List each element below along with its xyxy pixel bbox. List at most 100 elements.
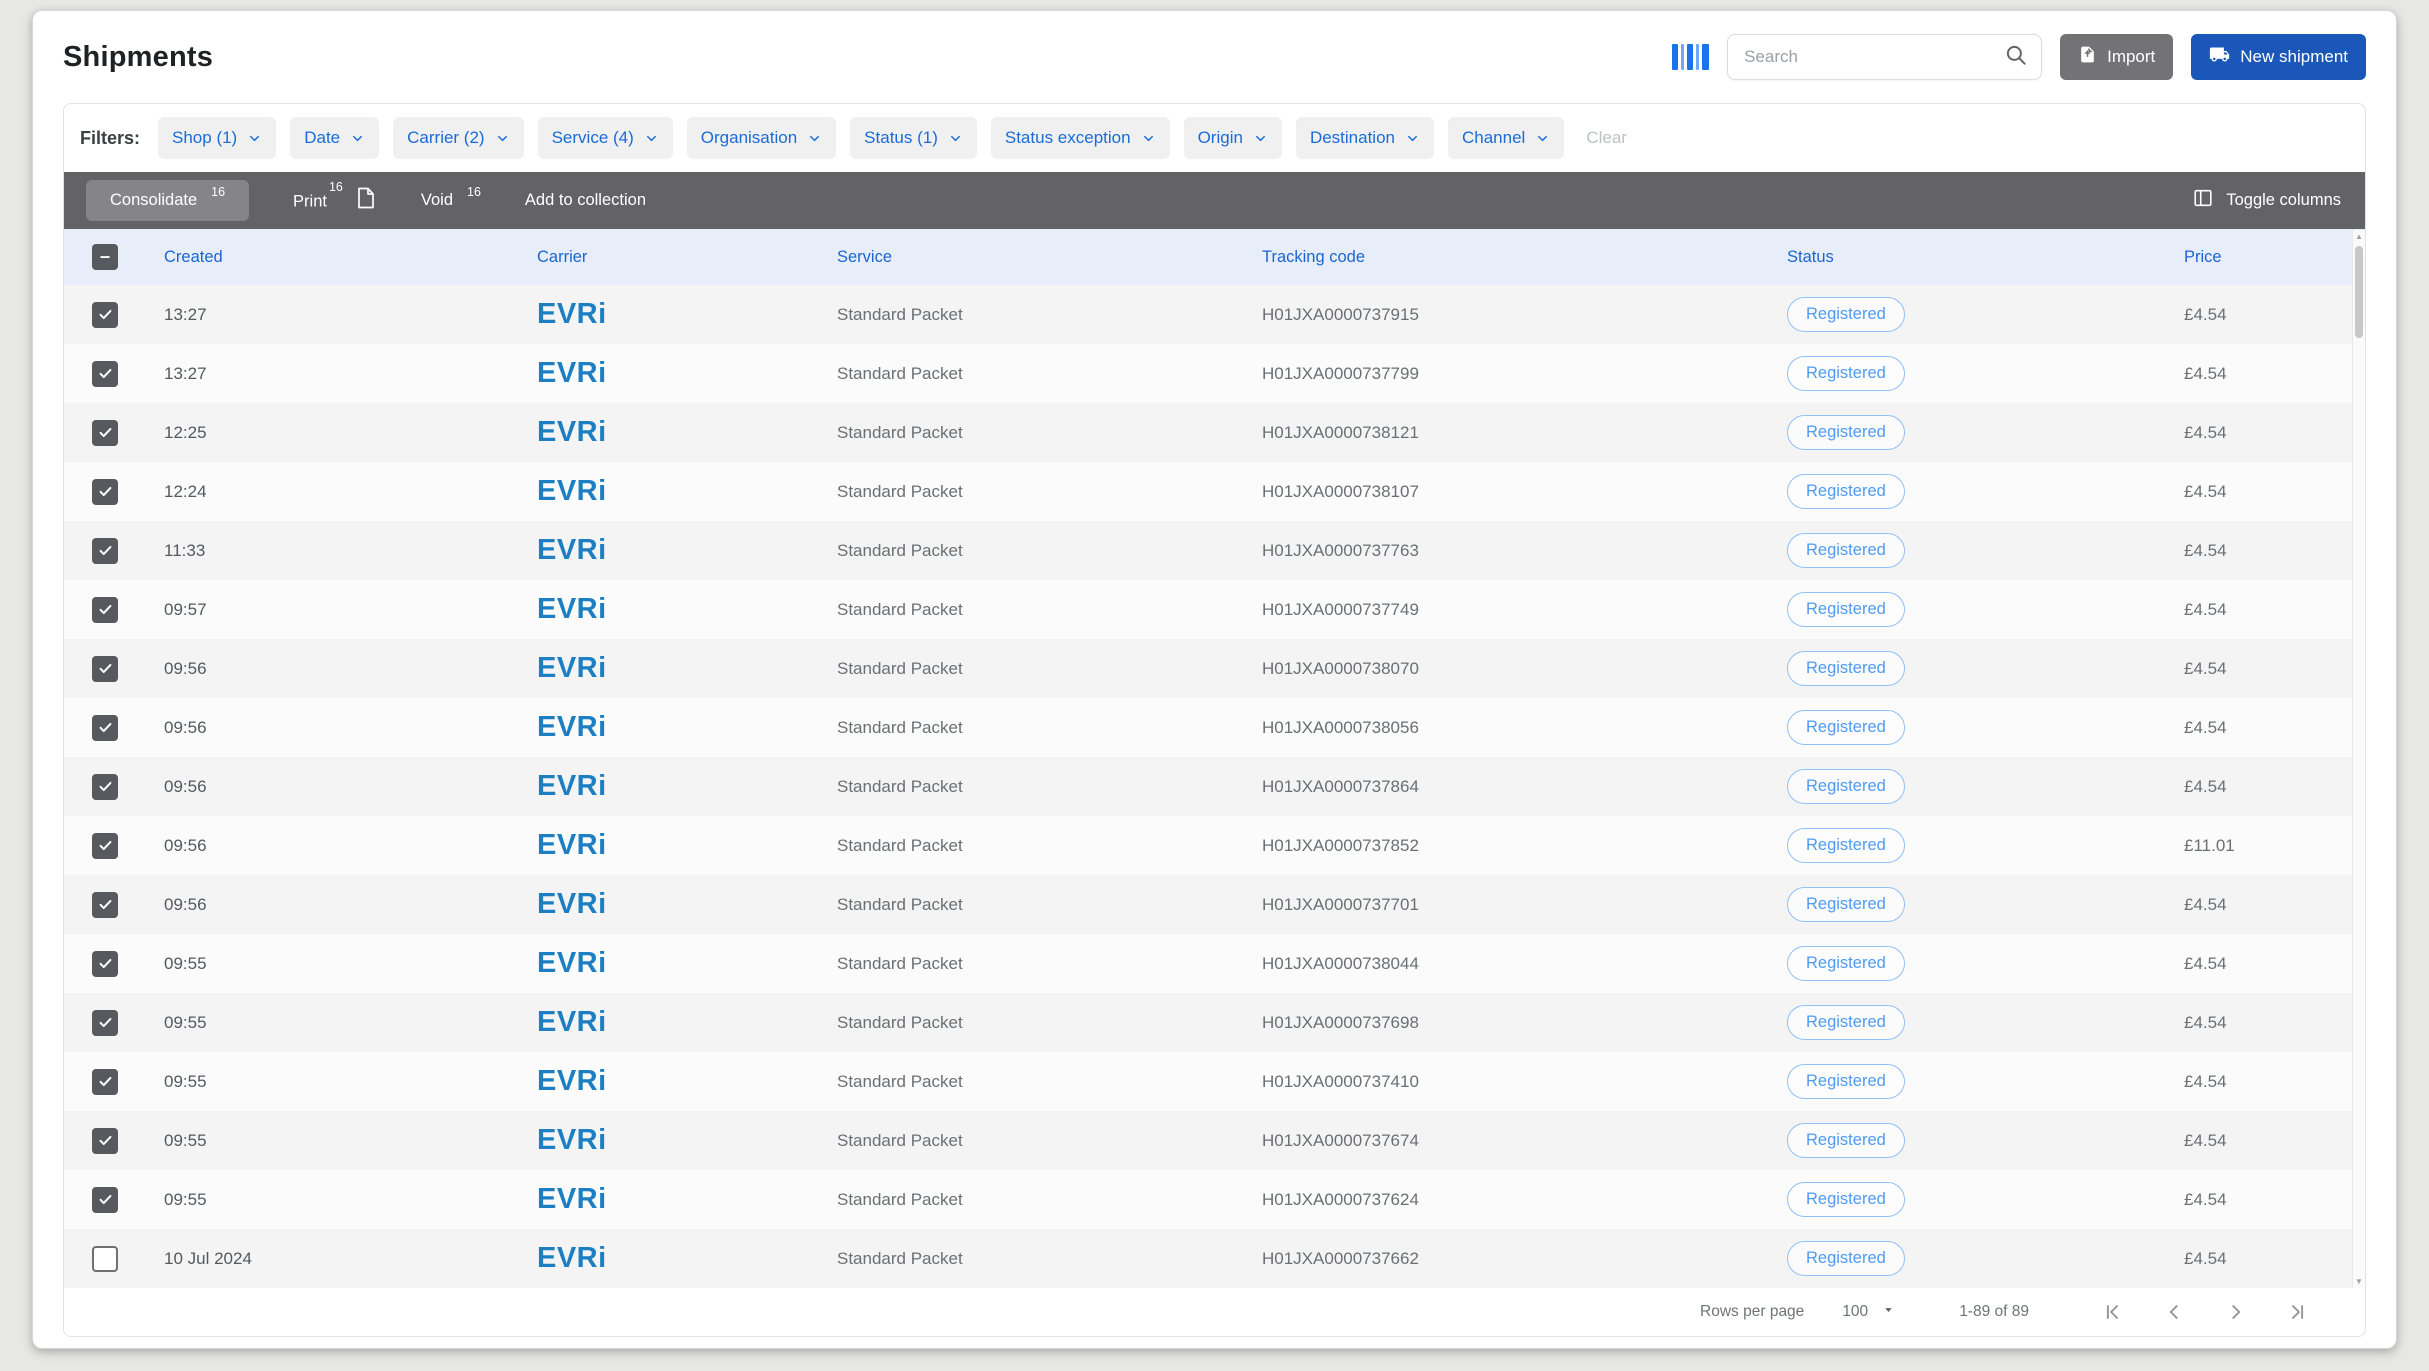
filter-chip-origin[interactable]: Origin — [1184, 117, 1282, 159]
row-checkbox[interactable] — [92, 1010, 118, 1036]
row-checkbox[interactable] — [92, 597, 118, 623]
row-checkbox[interactable] — [92, 951, 118, 977]
scroll-down-icon[interactable]: ▼ — [2353, 1277, 2365, 1286]
row-checkbox[interactable] — [92, 1069, 118, 1095]
row-checkbox[interactable] — [92, 361, 118, 387]
table-row[interactable]: 10 Jul 2024 EVRi Standard Packet H01JXA0… — [64, 1229, 2365, 1288]
table-scrollbar[interactable]: ▲ ▼ — [2352, 230, 2365, 1288]
table-row[interactable]: 13:27 EVRi Standard Packet H01JXA0000737… — [64, 344, 2365, 403]
filter-chip-date[interactable]: Date — [290, 117, 379, 159]
tracking-code-cell: H01JXA0000737915 — [1262, 305, 1787, 325]
created-cell: 09:55 — [164, 1072, 537, 1092]
tracking-code-cell: H01JXA0000737749 — [1262, 600, 1787, 620]
created-cell: 10 Jul 2024 — [164, 1249, 537, 1269]
next-page-icon[interactable] — [2225, 1301, 2247, 1323]
filter-chip-destination[interactable]: Destination — [1296, 117, 1434, 159]
add-to-collection-button[interactable]: Add to collection — [525, 191, 646, 210]
void-button[interactable]: Void16 — [421, 191, 481, 210]
previous-page-icon[interactable] — [2163, 1301, 2185, 1323]
chevron-down-icon — [1535, 131, 1550, 146]
service-cell: Standard Packet — [837, 777, 1262, 797]
consolidate-button[interactable]: Consolidate 16 — [86, 180, 249, 221]
search-icon[interactable] — [2003, 42, 2029, 73]
row-checkbox[interactable] — [92, 656, 118, 682]
table-row[interactable]: 09:55 EVRi Standard Packet H01JXA0000737… — [64, 1052, 2365, 1111]
row-checkbox[interactable] — [92, 715, 118, 741]
column-header-status[interactable]: Status — [1787, 248, 2184, 267]
import-file-icon — [2078, 45, 2097, 69]
import-button-label: Import — [2107, 47, 2155, 67]
rows-per-page-select[interactable]: 100 — [1842, 1303, 1895, 1321]
table-row[interactable]: 09:55 EVRi Standard Packet H01JXA0000737… — [64, 993, 2365, 1052]
row-checkbox[interactable] — [92, 538, 118, 564]
filter-chip-service-4[interactable]: Service (4) — [538, 117, 673, 159]
carrier-logo-evri: EVRi — [537, 770, 607, 802]
import-button[interactable]: Import — [2060, 34, 2173, 80]
price-cell: £4.54 — [2184, 954, 2365, 974]
row-checkbox[interactable] — [92, 479, 118, 505]
table-row[interactable]: 09:56 EVRi Standard Packet H01JXA0000737… — [64, 757, 2365, 816]
table-row[interactable]: 11:33 EVRi Standard Packet H01JXA0000737… — [64, 521, 2365, 580]
column-header-created[interactable]: Created — [164, 248, 537, 267]
clear-filters-link[interactable]: Clear — [1586, 128, 1627, 148]
new-shipment-button-label: New shipment — [2240, 47, 2348, 67]
select-all-checkbox[interactable] — [92, 244, 118, 270]
table-row[interactable]: 09:56 EVRi Standard Packet H01JXA0000737… — [64, 816, 2365, 875]
print-button[interactable]: Print16 — [293, 186, 377, 215]
status-badge: Registered — [1787, 651, 1905, 686]
last-page-icon[interactable] — [2287, 1301, 2309, 1323]
carrier-logo-evri: EVRi — [537, 1006, 607, 1038]
row-checkbox[interactable] — [92, 774, 118, 800]
scrollbar-thumb[interactable] — [2355, 246, 2363, 338]
row-checkbox[interactable] — [92, 420, 118, 446]
column-header-carrier[interactable]: Carrier — [537, 248, 837, 267]
row-checkbox[interactable] — [92, 1246, 118, 1272]
column-header-service[interactable]: Service — [837, 248, 1262, 267]
filter-chip-channel[interactable]: Channel — [1448, 117, 1564, 159]
table-row[interactable]: 12:25 EVRi Standard Packet H01JXA0000738… — [64, 403, 2365, 462]
tracking-code-cell: H01JXA0000737662 — [1262, 1249, 1787, 1269]
column-header-tracking-code[interactable]: Tracking code — [1262, 248, 1787, 267]
table-row[interactable]: 09:55 EVRi Standard Packet H01JXA0000737… — [64, 1170, 2365, 1229]
table-row[interactable]: 09:56 EVRi Standard Packet H01JXA0000738… — [64, 698, 2365, 757]
scroll-up-icon[interactable]: ▲ — [2353, 232, 2365, 241]
search-input[interactable] — [1744, 47, 2003, 67]
row-checkbox[interactable] — [92, 833, 118, 859]
first-page-icon[interactable] — [2101, 1301, 2123, 1323]
toggle-columns-button[interactable]: Toggle columns — [2192, 187, 2341, 214]
chevron-down-icon — [807, 131, 822, 146]
table-row[interactable]: 13:27 EVRi Standard Packet H01JXA0000737… — [64, 285, 2365, 344]
add-to-collection-label: Add to collection — [525, 191, 646, 210]
tracking-code-cell: H01JXA0000738070 — [1262, 659, 1787, 679]
row-checkbox[interactable] — [92, 892, 118, 918]
consolidate-count-badge: 16 — [211, 185, 225, 199]
table-row[interactable]: 09:56 EVRi Standard Packet H01JXA0000738… — [64, 639, 2365, 698]
column-header-price[interactable]: Price — [2184, 248, 2365, 267]
table-row[interactable]: 09:55 EVRi Standard Packet H01JXA0000737… — [64, 1111, 2365, 1170]
row-checkbox[interactable] — [92, 302, 118, 328]
table-row[interactable]: 12:24 EVRi Standard Packet H01JXA0000738… — [64, 462, 2365, 521]
tracking-code-cell: H01JXA0000737698 — [1262, 1013, 1787, 1033]
row-checkbox[interactable] — [92, 1187, 118, 1213]
new-shipment-button[interactable]: New shipment — [2191, 34, 2366, 80]
row-checkbox[interactable] — [92, 1128, 118, 1154]
table-row[interactable]: 09:56 EVRi Standard Packet H01JXA0000737… — [64, 875, 2365, 934]
price-cell: £4.54 — [2184, 777, 2365, 797]
status-badge: Registered — [1787, 474, 1905, 509]
barcode-icon[interactable] — [1672, 44, 1709, 70]
filter-chip-carrier-2[interactable]: Carrier (2) — [393, 117, 523, 159]
filter-chip-organisation[interactable]: Organisation — [687, 117, 836, 159]
consolidate-label: Consolidate — [110, 191, 197, 210]
filter-chip-status-exception[interactable]: Status exception — [991, 117, 1170, 159]
filter-chip-shop-1[interactable]: Shop (1) — [158, 117, 276, 159]
carrier-logo-evri: EVRi — [537, 888, 607, 920]
service-cell: Standard Packet — [837, 1013, 1262, 1033]
table-row[interactable]: 09:55 EVRi Standard Packet H01JXA0000738… — [64, 934, 2365, 993]
chevron-down-icon — [948, 131, 963, 146]
created-cell: 09:55 — [164, 1131, 537, 1151]
price-cell: £4.54 — [2184, 600, 2365, 620]
top-bar: Shipments Import New ship — [63, 11, 2366, 103]
filter-chip-status-1[interactable]: Status (1) — [850, 117, 977, 159]
status-badge: Registered — [1787, 887, 1905, 922]
table-row[interactable]: 09:57 EVRi Standard Packet H01JXA0000737… — [64, 580, 2365, 639]
